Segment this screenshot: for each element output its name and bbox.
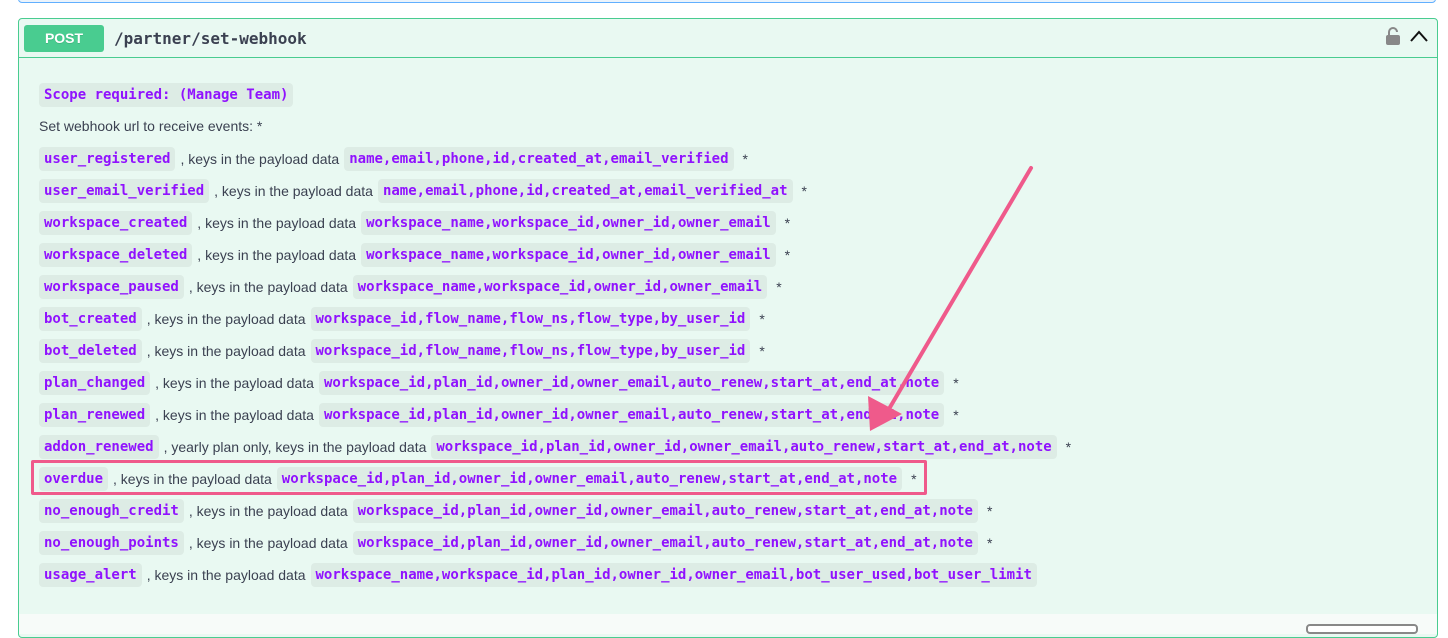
execute-area: [19, 614, 1437, 634]
try-it-out-button[interactable]: [1306, 624, 1418, 634]
annotation-arrow: [868, 166, 1033, 431]
